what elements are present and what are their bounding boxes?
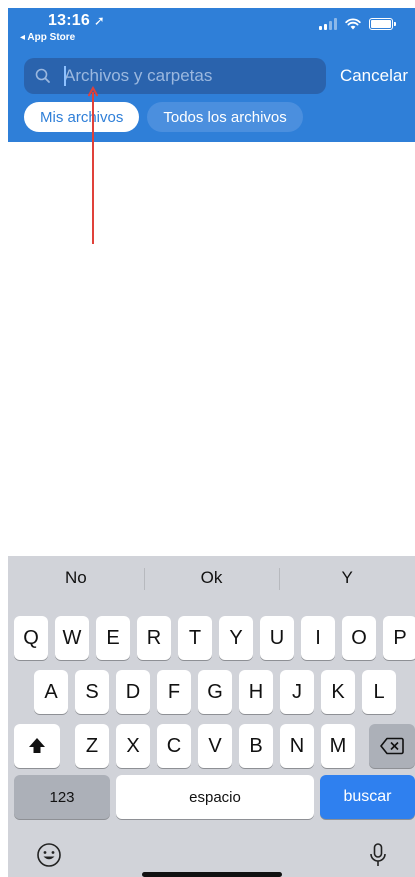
- home-indicator: [142, 872, 282, 877]
- key-b[interactable]: B: [239, 724, 273, 768]
- shift-icon: [29, 738, 45, 753]
- backspace-icon: [380, 737, 404, 755]
- status-icons: [319, 18, 396, 30]
- cancel-button[interactable]: Cancelar: [340, 66, 408, 86]
- status-time: 13:16 ➚: [48, 12, 106, 29]
- key-d[interactable]: D: [116, 670, 150, 714]
- emoji-icon[interactable]: [36, 842, 62, 868]
- key-t[interactable]: T: [178, 616, 212, 660]
- numbers-key[interactable]: 123: [14, 775, 110, 819]
- key-u[interactable]: U: [260, 616, 294, 660]
- key-o[interactable]: O: [342, 616, 376, 660]
- status-bar: 13:16 ➚ ◂ App Store: [8, 8, 415, 48]
- key-q[interactable]: Q: [14, 616, 48, 660]
- key-f[interactable]: F: [157, 670, 191, 714]
- key-w[interactable]: W: [55, 616, 89, 660]
- search-row: Archivos y carpetas Cancelar: [24, 58, 408, 94]
- app-frame: 13:16 ➚ ◂ App Store Archivos y carpetas …: [8, 8, 415, 877]
- search-header: 13:16 ➚ ◂ App Store Archivos y carpetas …: [8, 8, 415, 142]
- text-cursor: [64, 66, 66, 86]
- cellular-signal-icon: [319, 18, 337, 30]
- key-e[interactable]: E: [96, 616, 130, 660]
- suggestion-3[interactable]: Y: [279, 556, 415, 600]
- key-r[interactable]: R: [137, 616, 171, 660]
- key-g[interactable]: G: [198, 670, 232, 714]
- search-key[interactable]: buscar: [320, 775, 415, 819]
- key-c[interactable]: C: [157, 724, 191, 768]
- microphone-icon[interactable]: [365, 842, 391, 868]
- battery-icon: [369, 18, 396, 30]
- delete-key[interactable]: [369, 724, 415, 768]
- search-icon: [35, 68, 50, 83]
- keyboard-suggestions: No Ok Y: [8, 556, 415, 600]
- key-v[interactable]: V: [198, 724, 232, 768]
- shift-key[interactable]: [14, 724, 60, 768]
- key-y[interactable]: Y: [219, 616, 253, 660]
- location-arrow-icon: ➚: [93, 13, 106, 28]
- space-key[interactable]: espacio: [116, 775, 314, 819]
- key-k[interactable]: K: [321, 670, 355, 714]
- filter-all-files[interactable]: Todos los archivos: [147, 102, 303, 132]
- key-i[interactable]: I: [301, 616, 335, 660]
- onscreen-keyboard: No Ok Y 123 espacio buscar Q W E R T Y U…: [8, 556, 415, 877]
- key-m[interactable]: M: [321, 724, 355, 768]
- suggestion-2[interactable]: Ok: [143, 556, 280, 600]
- key-l[interactable]: L: [362, 670, 396, 714]
- key-n[interactable]: N: [280, 724, 314, 768]
- key-j[interactable]: J: [280, 670, 314, 714]
- search-placeholder: Archivos y carpetas: [64, 66, 213, 85]
- key-p[interactable]: P: [383, 616, 415, 660]
- filter-chips: Mis archivos Todos los archivos: [24, 102, 303, 132]
- wifi-icon: [345, 18, 361, 30]
- key-a[interactable]: A: [34, 670, 68, 714]
- annotation-arrow: [88, 86, 98, 244]
- key-s[interactable]: S: [75, 670, 109, 714]
- back-to-app-link[interactable]: ◂ App Store: [20, 32, 75, 43]
- key-h[interactable]: H: [239, 670, 273, 714]
- filter-my-files[interactable]: Mis archivos: [24, 102, 140, 132]
- key-x[interactable]: X: [116, 724, 150, 768]
- search-input[interactable]: Archivos y carpetas: [24, 58, 326, 94]
- suggestion-1[interactable]: No: [8, 556, 144, 600]
- key-z[interactable]: Z: [75, 724, 109, 768]
